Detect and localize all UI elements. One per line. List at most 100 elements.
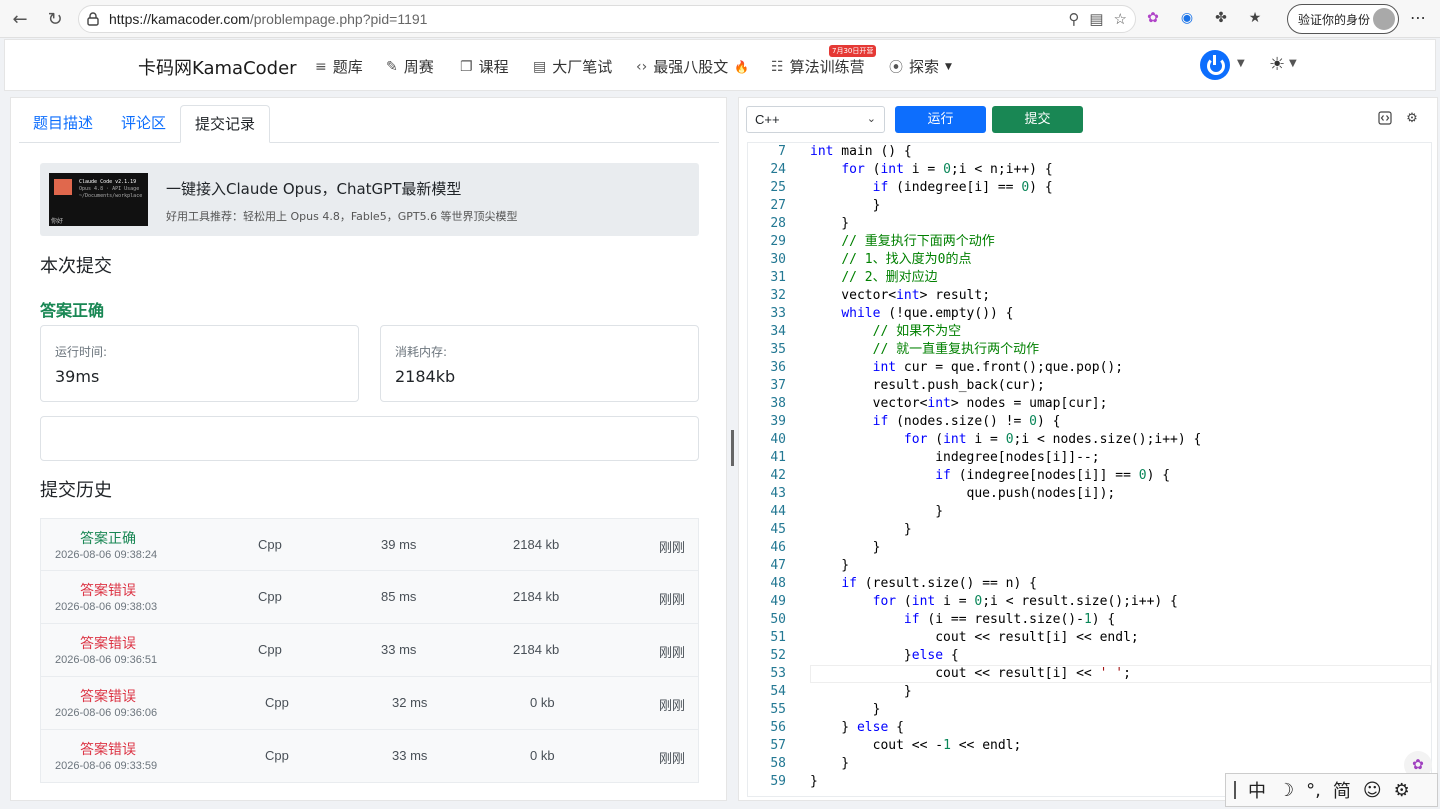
nav-interview[interactable]: ▤ 大厂笔试	[533, 56, 612, 77]
line-code: }	[810, 702, 881, 717]
line-code: cout << result[i] << endl;	[810, 630, 1139, 645]
code-line[interactable]: 36 int cur = que.front();que.pop();	[748, 359, 1431, 377]
panel-resize-handle[interactable]	[731, 430, 734, 466]
language-value: C++	[755, 112, 780, 127]
tab-comments[interactable]: 评论区	[107, 105, 180, 143]
current-submission-title: 本次提交	[40, 256, 112, 277]
code-line[interactable]: 28 }	[748, 215, 1431, 233]
code-line[interactable]: 39 if (nodes.size() != 0) {	[748, 413, 1431, 431]
code-line[interactable]: 50 if (i == result.size()-1) {	[748, 611, 1431, 629]
code-line[interactable]: 33 while (!que.empty()) {	[748, 305, 1431, 323]
ime-script[interactable]: 简	[1333, 777, 1351, 803]
ime-moon-icon[interactable]: ☽	[1278, 780, 1294, 801]
tab-submissions[interactable]: 提交记录	[180, 105, 271, 143]
code-line[interactable]: 49 for (int i = 0;i < result.size();i++)…	[748, 593, 1431, 611]
table-row[interactable]: 答案错误 2026-08-06 09:36:06 Cpp 32 ms 0 kb …	[40, 677, 699, 730]
code-line[interactable]: 46 }	[748, 539, 1431, 557]
ime-emoji-icon[interactable]: ☺	[1363, 780, 1382, 801]
code-line[interactable]: 55 }	[748, 701, 1431, 719]
code-line[interactable]: 7 int main () {	[748, 143, 1431, 161]
run-button[interactable]: 运行	[895, 106, 986, 133]
code-line[interactable]: 25 if (indegree[i] == 0) {	[748, 179, 1431, 197]
code-line[interactable]: 35 // 就一直重复执行两个动作	[748, 341, 1431, 359]
code-line[interactable]: 57 cout << -1 << endl;	[748, 737, 1431, 755]
address-bar[interactable]: https://kamacoder.com/problempage.php?pi…	[78, 5, 1136, 33]
bluebird-extension-icon[interactable]: ◉	[1177, 8, 1197, 28]
theme-sun-icon[interactable]: ☀	[1269, 54, 1285, 75]
code-line[interactable]: 43 que.push(nodes[i]);	[748, 485, 1431, 503]
chevron-down-icon[interactable]: ▼	[1289, 58, 1297, 69]
code-line[interactable]: 56 } else {	[748, 719, 1431, 737]
favorite-star-icon[interactable]: ☆	[1114, 10, 1127, 28]
refresh-icon[interactable]: ↻	[40, 4, 70, 34]
line-code: cout << -1 << endl;	[810, 738, 1022, 753]
brand-logo[interactable]: 卡码网KamaCoder	[138, 54, 297, 80]
code-line[interactable]: 58 }	[748, 755, 1431, 773]
code-format-icon[interactable]	[1377, 110, 1393, 126]
code-line[interactable]: 34 // 如果不为空	[748, 323, 1431, 341]
table-row[interactable]: 答案错误 2026-08-06 09:38:03 Cpp 85 ms 2184 …	[40, 571, 699, 624]
nav-problems[interactable]: ≡ 题库	[315, 56, 363, 77]
submit-button[interactable]: 提交	[992, 106, 1083, 133]
reader-icon[interactable]: ▤	[1089, 10, 1103, 28]
ime-punct[interactable]: °,	[1306, 780, 1321, 801]
line-number: 29	[770, 234, 786, 249]
tab-description[interactable]: 题目描述	[19, 105, 107, 143]
history-status: 答案错误	[80, 636, 136, 652]
table-row[interactable]: 答案正确 2026-08-06 09:38:24 Cpp 39 ms 2184 …	[40, 518, 699, 571]
line-code: for (int i = 0;i < result.size();i++) {	[872, 594, 1178, 609]
brain-extension-icon[interactable]: ✿	[1143, 8, 1163, 28]
code-editor[interactable]: 7 int main () {24 for (int i = 0;i < n;i+…	[747, 142, 1432, 797]
nav-contest[interactable]: ✎ 周赛	[386, 56, 434, 77]
nav-training-camp[interactable]: ☷ 算法训练营	[771, 56, 865, 77]
nav-courses[interactable]: ❐ 课程	[460, 56, 509, 77]
code-line[interactable]: 42 if (indegree[nodes[i]] == 0) {	[748, 467, 1431, 485]
line-number: 50	[770, 612, 786, 627]
code-line[interactable]: 30 // 1、找入度为0的点	[748, 251, 1431, 269]
user-power-icon[interactable]	[1200, 50, 1230, 80]
promo-banner[interactable]: Claude Code v2.1.19 Opus 4.8 · API Usage…	[40, 163, 699, 236]
code-line[interactable]: 54 }	[748, 683, 1431, 701]
nav-explore[interactable]: ⦿ 探索 ▼	[889, 56, 952, 77]
code-line[interactable]: 45 }	[748, 521, 1431, 539]
code-line[interactable]: 51 cout << result[i] << endl;	[748, 629, 1431, 647]
language-select[interactable]: C++ ⌄	[746, 106, 885, 133]
table-row[interactable]: 答案错误 2026-08-06 09:33:59 Cpp 33 ms 0 kb …	[40, 730, 699, 783]
code-line[interactable]: 31 // 2、删对应边	[748, 269, 1431, 287]
settings-gear-icon[interactable]: ⚙	[1404, 110, 1420, 126]
ime-settings-icon[interactable]: ⚙	[1394, 780, 1410, 801]
nav-baguwen[interactable]: ‹› 最强八股文 🔥	[636, 56, 749, 77]
table-row[interactable]: 答案错误 2026-08-06 09:36:51 Cpp 33 ms 2184 …	[40, 624, 699, 677]
code-line[interactable]: 37 result.push_back(cur);	[748, 377, 1431, 395]
result-status: 答案正确	[40, 301, 105, 320]
more-menu-icon[interactable]: ⋯	[1410, 8, 1426, 27]
ime-grip[interactable]	[1234, 781, 1236, 799]
line-number: 41	[770, 450, 786, 465]
runtime-card: 运行时间: 39ms	[40, 325, 359, 402]
code-line[interactable]: 27 }	[748, 197, 1431, 215]
avatar	[1373, 8, 1395, 30]
back-icon[interactable]: ←	[5, 4, 35, 34]
hot-badge: 7月30日开营	[829, 45, 877, 57]
line-code: if (nodes.size() != 0) {	[872, 414, 1061, 429]
code-line[interactable]: 52 }else {	[748, 647, 1431, 665]
profile-verify-button[interactable]: 验证你的身份	[1287, 4, 1399, 34]
ime-mode[interactable]: 中	[1248, 777, 1266, 803]
code-line[interactable]: 47 }	[748, 557, 1431, 575]
code-line[interactable]: 32 vector<int> result;	[748, 287, 1431, 305]
code-line[interactable]: 48 if (result.size() == n) {	[748, 575, 1431, 593]
code-line[interactable]: 44 }	[748, 503, 1431, 521]
line-code: }	[810, 756, 850, 771]
zoom-icon[interactable]: ⚲	[1068, 10, 1079, 28]
favorites-icon[interactable]: ★	[1245, 8, 1265, 28]
code-line[interactable]: 24 for (int i = 0;i < n;i++) {	[748, 161, 1431, 179]
code-line[interactable]: 41 indegree[nodes[i]]--;	[748, 449, 1431, 467]
history-memory: 2184 kb	[513, 642, 560, 657]
chevron-down-icon[interactable]: ▼	[1237, 58, 1245, 69]
code-line[interactable]: 53 cout << result[i] << ' ';	[748, 665, 1431, 683]
code-line[interactable]: 40 for (int i = 0;i < nodes.size();i++) …	[748, 431, 1431, 449]
code-line[interactable]: 29 // 重复执行下面两个动作	[748, 233, 1431, 251]
code-line[interactable]: 38 vector<int> nodes = umap[cur];	[748, 395, 1431, 413]
extensions-puzzle-icon[interactable]: ✤	[1211, 8, 1231, 28]
history-when: 刚刚	[659, 592, 686, 607]
